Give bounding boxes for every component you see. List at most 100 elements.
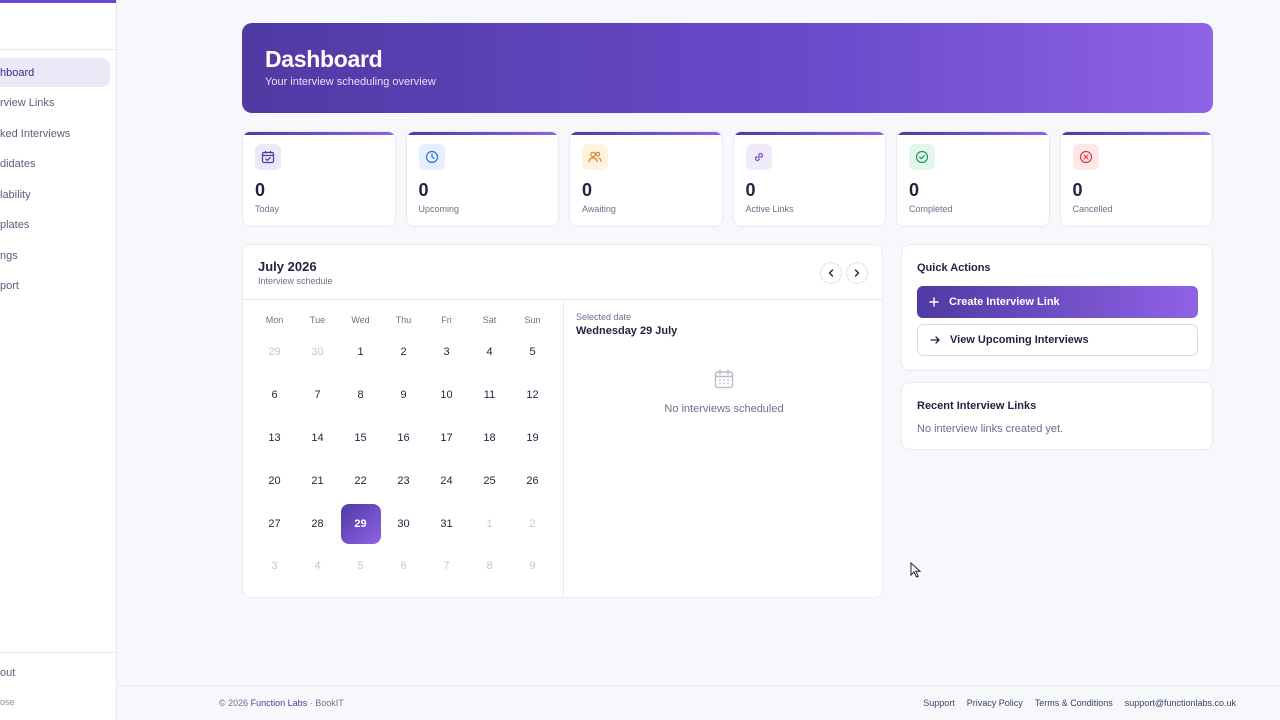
calendar-day-number: 9 (400, 389, 407, 402)
sidebar-item-support[interactable]: port (0, 272, 116, 301)
calendar-day[interactable]: 3 (425, 331, 468, 374)
stat-card-upcoming[interactable]: 0 Upcoming (405, 131, 559, 227)
weekday-label: Sat (482, 315, 497, 325)
calendar-day[interactable]: 18 (468, 417, 511, 460)
calendar-day[interactable]: 5 (511, 331, 554, 374)
calendar-day[interactable]: 29 (253, 331, 296, 374)
company-link[interactable]: Function Labs (251, 698, 308, 708)
calendar-day[interactable]: 22 (339, 459, 382, 502)
calendar-day[interactable]: 28 (296, 502, 339, 545)
stat-card-awaiting[interactable]: 0 Awaiting (569, 131, 723, 227)
calendar-day[interactable]: 24 (425, 459, 468, 502)
calendar-month-title: July 2026 (258, 259, 317, 274)
calendar-day[interactable]: 17 (425, 417, 468, 460)
calendar-subtitle: Interview schedule (258, 276, 333, 286)
calendar-day[interactable]: 16 (382, 417, 425, 460)
stat-card-active-links[interactable]: 0 Active Links (732, 131, 886, 227)
calendar-day-number: 7 (314, 389, 321, 402)
calendar-day[interactable]: 4 (296, 545, 339, 588)
calendar-day[interactable]: 20 (253, 459, 296, 502)
calendar-day-number: 8 (486, 560, 493, 573)
stat-card-today[interactable]: 0 Today (242, 131, 396, 227)
product-name: · BookIT (307, 698, 344, 708)
calendar-day-number: 7 (443, 560, 450, 573)
stat-label: Awaiting (582, 204, 616, 214)
calendar-day-selected[interactable]: 29 (339, 502, 382, 545)
calendar-day[interactable]: 15 (339, 417, 382, 460)
stat-label: Cancelled (1072, 204, 1113, 214)
calendar-day[interactable]: 14 (296, 417, 339, 460)
calendar-day-number: 31 (440, 517, 453, 530)
calendar-day[interactable]: 13 (253, 417, 296, 460)
calendar-day-number: 30 (397, 517, 410, 530)
calendar-day[interactable]: 12 (511, 374, 554, 417)
sidebar-item-dashboard[interactable]: hboard (0, 58, 110, 87)
calendar-day-number: 2 (529, 517, 536, 530)
calendar-day-number: 12 (526, 389, 539, 402)
support-link[interactable]: Support (923, 698, 955, 708)
calendar-day[interactable]: 1 (468, 502, 511, 545)
calendar-day-number: 1 (357, 346, 364, 359)
calendar-day[interactable]: 1 (339, 331, 382, 374)
calendar-day[interactable]: 9 (382, 374, 425, 417)
calendar-day[interactable]: 5 (339, 545, 382, 588)
calendar-day[interactable]: 2 (382, 331, 425, 374)
calendar-day[interactable]: 7 (425, 545, 468, 588)
calendar-day[interactable]: 26 (511, 459, 554, 502)
calendar-day-number: 4 (486, 346, 493, 359)
calendar-day[interactable]: 4 (468, 331, 511, 374)
sidebar-item-templates[interactable]: plates (0, 211, 116, 240)
calendar-day-number: 6 (400, 560, 407, 573)
logout-button[interactable]: out (0, 667, 15, 679)
calendar-day[interactable]: 9 (511, 545, 554, 588)
sidebar-nav: hboard rview Links ked Interviews didates la… (0, 58, 116, 302)
calendar-day[interactable]: 30 (382, 502, 425, 545)
previous-month-button[interactable] (820, 262, 842, 284)
calendar-day[interactable]: 7 (296, 374, 339, 417)
calendar-day[interactable]: 30 (296, 331, 339, 374)
chevron-left-icon (828, 269, 834, 277)
copyright: © 2026 Function Labs · BookIT (219, 698, 344, 708)
calendar-day[interactable]: 19 (511, 417, 554, 460)
sidebar-item-interview-links[interactable]: rview Links (0, 89, 116, 118)
calendar-week-row: 3 4 5 6 7 8 9 (253, 545, 554, 588)
stat-value: 0 (909, 180, 920, 200)
privacy-policy-link[interactable]: Privacy Policy (967, 698, 1023, 708)
calendar-day-number: 1 (486, 517, 493, 530)
calendar-week-row: 20 21 22 23 24 25 26 (253, 459, 554, 502)
create-interview-link-button[interactable]: Create Interview Link (917, 286, 1198, 318)
calendar-day[interactable]: 25 (468, 459, 511, 502)
calendar-day[interactable]: 23 (382, 459, 425, 502)
calendar-day[interactable]: 27 (253, 502, 296, 545)
calendar-day[interactable]: 21 (296, 459, 339, 502)
terms-link[interactable]: Terms & Conditions (1035, 698, 1113, 708)
sidebar-item-availability[interactable]: lability (0, 180, 116, 209)
calendar-day[interactable]: 8 (468, 545, 511, 588)
weekday-header-row: Mon Tue Wed Thu Fri Sat Sun (253, 309, 554, 331)
sidebar: hboard rview Links ked Interviews didates la… (0, 0, 117, 720)
calendar-grid: Mon Tue Wed Thu Fri Sat Sun 29 30 1 2 3 4 5 6 7 8 9 10 11 12… (253, 309, 554, 588)
sidebar-item-candidates[interactable]: didates (0, 150, 116, 179)
support-email-link[interactable]: support@functionlabs.co.uk (1125, 698, 1236, 708)
view-upcoming-interviews-button[interactable]: View Upcoming Interviews (917, 324, 1198, 356)
calendar-day[interactable]: 6 (382, 545, 425, 588)
calendar-day[interactable]: 11 (468, 374, 511, 417)
next-month-button[interactable] (846, 262, 868, 284)
collapse-sidebar-button[interactable]: ose (0, 697, 15, 707)
stat-card-cancelled[interactable]: 0 Cancelled (1059, 131, 1213, 227)
calendar-day-number: 19 (526, 431, 539, 444)
sidebar-item-settings[interactable]: ngs (0, 241, 116, 270)
stat-accent-bar (1060, 132, 1212, 135)
recent-links-title: Recent Interview Links (917, 400, 1037, 412)
stat-accent-bar (243, 132, 395, 135)
calendar-day[interactable]: 8 (339, 374, 382, 417)
calendar-day[interactable]: 2 (511, 502, 554, 545)
sidebar-item-booked-interviews[interactable]: ked Interviews (0, 119, 116, 148)
stat-card-completed[interactable]: 0 Completed (896, 131, 1050, 227)
calendar-day[interactable]: 10 (425, 374, 468, 417)
stats-row: 0 Today 0 Upcoming 0 Awaiting 0 Active L… (242, 131, 1213, 227)
calendar-day[interactable]: 3 (253, 545, 296, 588)
calendar-day[interactable]: 6 (253, 374, 296, 417)
recent-links-empty-text: No interview links created yet. (917, 423, 1064, 435)
calendar-day[interactable]: 31 (425, 502, 468, 545)
